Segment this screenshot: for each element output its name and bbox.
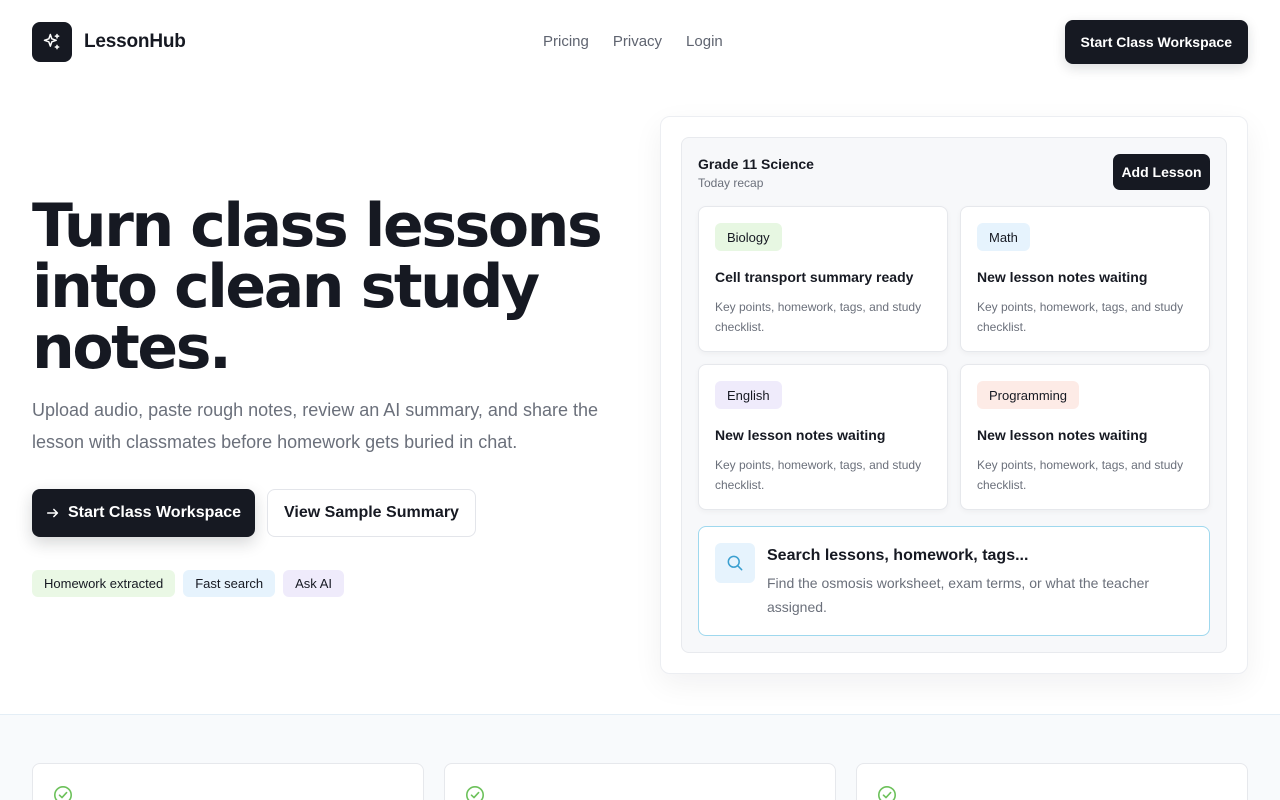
search-description: Find the osmosis worksheet, exam terms, … xyxy=(767,575,1150,615)
lesson-card-math[interactable]: Math New lesson notes waiting Key points… xyxy=(960,206,1210,352)
feature-card xyxy=(32,763,424,800)
lesson-card-description: Key points, homework, tags, and study ch… xyxy=(715,300,922,334)
start-workspace-label: Start Class Workspace xyxy=(67,504,242,521)
lesson-card-description: Key points, homework, tags, and study ch… xyxy=(977,300,1184,334)
brand-name[interactable]: LessonHub xyxy=(84,31,186,53)
feature-card xyxy=(444,763,836,800)
lesson-card-description: Key points, homework, tags, and study ch… xyxy=(715,458,922,492)
nav-link-privacy[interactable]: Privacy xyxy=(613,33,662,51)
hero-subtitle: Upload audio, paste rough notes, review … xyxy=(32,400,598,452)
arrow-right-icon xyxy=(46,508,59,518)
subject-tag: Biology xyxy=(715,223,782,251)
lesson-card-title: New lesson notes waiting xyxy=(977,427,1148,443)
lesson-card-biology[interactable]: Biology Cell transport summary ready Key… xyxy=(698,206,948,352)
check-circle-icon xyxy=(878,786,896,800)
check-circle-icon xyxy=(54,786,72,800)
subject-tag: Programming xyxy=(977,381,1080,409)
subject-tag: Math xyxy=(977,223,1030,251)
chip-homework-extracted: Homework extracted xyxy=(32,570,176,597)
site-header: LessonHub Pricing Privacy Login Start Cl… xyxy=(0,0,1280,84)
add-lesson-button[interactable]: Add Lesson xyxy=(1113,154,1210,190)
feature-chips: Homework extracted Fast search Ask AI xyxy=(32,570,344,597)
lesson-card-title: Cell transport summary ready xyxy=(715,269,914,285)
start-workspace-button[interactable]: Start Class Workspace xyxy=(32,489,255,537)
nav-link-pricing[interactable]: Pricing xyxy=(543,33,589,51)
search-title: Search lessons, homework, tags... xyxy=(767,547,1029,564)
feature-card xyxy=(856,763,1248,800)
search-icon-container xyxy=(715,543,755,583)
hero-title: Turn class lessons into clean study note… xyxy=(32,191,603,383)
lesson-card-title: New lesson notes waiting xyxy=(715,427,886,443)
chip-fast-search: Fast search xyxy=(183,570,276,597)
search-icon xyxy=(727,555,743,571)
lesson-search[interactable]: Search lessons, homework, tags... Find t… xyxy=(698,526,1210,636)
main-nav: Pricing Privacy Login xyxy=(543,33,723,51)
lesson-card-title: New lesson notes waiting xyxy=(977,269,1148,285)
logo-mark[interactable] xyxy=(32,22,72,62)
class-subtitle: Today recap xyxy=(698,176,764,190)
check-circle-icon xyxy=(466,786,484,800)
view-sample-summary-button[interactable]: View Sample Summary xyxy=(267,489,476,537)
chip-ask-ai: Ask AI xyxy=(283,570,344,597)
nav-link-login[interactable]: Login xyxy=(686,33,723,51)
sparkle-icon xyxy=(43,33,60,50)
header-start-workspace-button[interactable]: Start Class Workspace xyxy=(1064,20,1248,64)
class-title: Grade 11 Science xyxy=(698,156,814,172)
subject-tag: English xyxy=(715,381,782,409)
lesson-card-description: Key points, homework, tags, and study ch… xyxy=(977,458,1184,492)
lesson-card-english[interactable]: English New lesson notes waiting Key poi… xyxy=(698,364,948,510)
lesson-card-programming[interactable]: Programming New lesson notes waiting Key… xyxy=(960,364,1210,510)
